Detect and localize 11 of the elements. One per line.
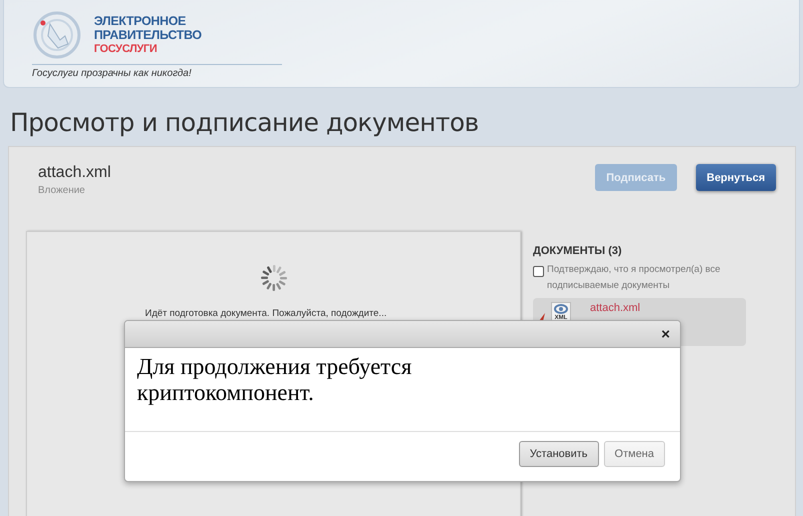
dialog-message: Для продолжения требуется криптокомпонент. [137, 354, 413, 406]
slogan-text: Госуслуги прозрачны как никогда! [32, 68, 192, 79]
loading-message: Идёт подготовка документа. Пожалуйста, подождите... [145, 308, 388, 319]
documents-heading: ДОКУМЕНТЫ (3) [533, 245, 623, 257]
logo-text-line: ПРАВИТЕЛЬСТВО [94, 28, 202, 42]
page-title: Просмотр и подписание документов [10, 108, 480, 139]
document-name: attach.xml [38, 164, 111, 182]
document-type: Вложение [38, 185, 86, 196]
logo-text-line: ЭЛЕКТРОННОЕ [94, 14, 187, 28]
confirm-label: Подтверждаю, что я просмотрел(а) все подписываемые документы [547, 263, 722, 293]
logo-text-line: ГОСУСЛУГИ [94, 42, 158, 56]
